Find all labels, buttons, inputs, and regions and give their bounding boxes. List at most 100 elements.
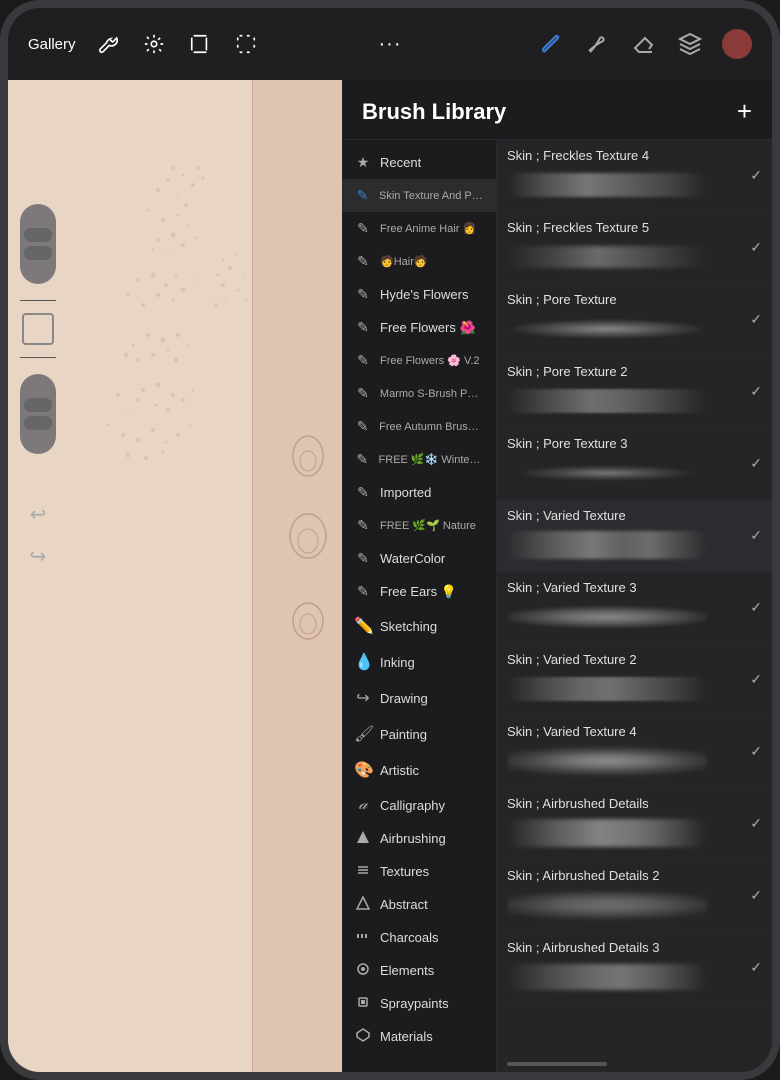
category-item-airbrushing[interactable]: Airbrushing: [342, 822, 496, 855]
checkmark-icon: ✓: [750, 959, 762, 976]
air-icon: [354, 830, 372, 847]
brush-name: Skin ; Varied Texture 3: [507, 580, 744, 595]
category-label: Recent: [380, 155, 421, 170]
category-item-charcoals[interactable]: Charcoals: [342, 921, 496, 954]
category-item-anime-hair[interactable]: ✎ Free Anime Hair 👩: [342, 212, 496, 245]
brush-item-varied3[interactable]: Skin ; Varied Texture 3 ✓: [497, 572, 772, 644]
brush-item-airbrush3[interactable]: Skin ; Airbrushed Details 3 ✓: [497, 932, 772, 1004]
category-label: Free Ears 💡: [380, 584, 457, 600]
undo-btn[interactable]: ↩: [20, 496, 56, 532]
brush-name: Skin ; Pore Texture 3: [507, 436, 744, 451]
opacity-slider[interactable]: [20, 204, 56, 284]
category-item-artistic[interactable]: 🎨 Artistic: [342, 752, 496, 788]
eraser-tool-btn[interactable]: [630, 30, 658, 58]
category-item-materials[interactable]: Materials: [342, 1020, 496, 1053]
elem-icon: [354, 962, 372, 979]
layers-btn[interactable]: [676, 30, 704, 58]
category-item-free-nature[interactable]: ✎ FREE 🌿🌱 Nature: [342, 509, 496, 542]
brush-name: Skin ; Varied Texture 4: [507, 724, 744, 739]
scrollbar-indicator: [507, 1062, 607, 1066]
ipad-frame: ↩ ↪ Gallery: [0, 0, 780, 1080]
face-reference: [252, 80, 342, 1072]
calli-icon: 𝒶: [354, 796, 372, 814]
category-item-hydes-flowers[interactable]: ✎ Hyde's Flowers: [342, 278, 496, 311]
checkmark-icon: ✓: [750, 599, 762, 616]
category-item-free-flowers[interactable]: ✎ Free Flowers 🌺: [342, 311, 496, 344]
abs-icon: [354, 896, 372, 913]
spray-icon: [354, 995, 372, 1012]
category-item-free-autumn[interactable]: ✎ Free Autumn Brushe...: [342, 410, 496, 443]
pen-icon: ✎: [354, 220, 372, 237]
brush-item-varied2[interactable]: Skin ; Varied Texture 2 ✓: [497, 644, 772, 716]
brush-item-pore3[interactable]: Skin ; Pore Texture 3 ✓: [497, 428, 772, 500]
square-tool-btn[interactable]: [22, 313, 54, 345]
category-item-calligraphy[interactable]: 𝒶 Calligraphy: [342, 788, 496, 822]
brush-item-pore[interactable]: Skin ; Pore Texture ✓: [497, 284, 772, 356]
category-label: Free Anime Hair 👩: [380, 222, 476, 235]
category-item-drawing[interactable]: ↪ Drawing: [342, 680, 496, 716]
panel-title: Brush Library: [362, 99, 506, 125]
brush-name: Skin ; Pore Texture: [507, 292, 744, 307]
char-icon: [354, 929, 372, 946]
category-item-marmo[interactable]: ✎ Marmo S-Brush Pack: [342, 377, 496, 410]
brush-item-airbrush2[interactable]: Skin ; Airbrushed Details 2 ✓: [497, 860, 772, 932]
category-label: Artistic: [380, 763, 419, 778]
checkmark-icon: ✓: [750, 527, 762, 544]
category-item-elements[interactable]: Elements: [342, 954, 496, 987]
color-picker-btn[interactable]: [722, 29, 752, 59]
transform-icon[interactable]: [186, 30, 214, 58]
category-label: Hyde's Flowers: [380, 287, 468, 302]
category-item-free-ears[interactable]: ✎ Free Ears 💡: [342, 575, 496, 608]
pen-icon: ✎: [354, 517, 372, 534]
category-item-sketching[interactable]: ✏️ Sketching: [342, 608, 496, 644]
add-brush-btn[interactable]: +: [737, 96, 752, 127]
brush-item-varied[interactable]: Skin ; Varied Texture ✓: [497, 500, 772, 572]
category-item-abstract[interactable]: Abstract: [342, 888, 496, 921]
category-label: Imported: [380, 485, 431, 500]
category-item-textures[interactable]: Textures: [342, 855, 496, 888]
wrench-icon[interactable]: [94, 30, 122, 58]
mat-icon: [354, 1028, 372, 1045]
category-label: Drawing: [380, 691, 428, 706]
size-slider[interactable]: [20, 374, 56, 454]
left-toolbar: ↩ ↪: [20, 200, 56, 574]
adjust-icon[interactable]: [140, 30, 168, 58]
category-item-painting[interactable]: 🖌 Painting: [342, 716, 496, 752]
art-icon: 🎨: [354, 760, 372, 780]
checkmark-icon: ✓: [750, 671, 762, 688]
brush-tool-btn[interactable]: [538, 30, 566, 58]
brush-item-freckles4[interactable]: Skin ; Freckles Texture 4 ✓: [497, 140, 772, 212]
more-options-btn[interactable]: ···: [379, 33, 402, 56]
category-item-free-winter[interactable]: ✎ FREE 🌿❄️ Winter N...: [342, 443, 496, 476]
gallery-button[interactable]: Gallery: [28, 36, 76, 53]
category-item-inking[interactable]: 💧 Inking: [342, 644, 496, 680]
checkmark-icon: ✓: [750, 383, 762, 400]
redo-btn[interactable]: ↪: [20, 538, 56, 574]
brush-name: Skin ; Freckles Texture 5: [507, 220, 744, 235]
selection-icon[interactable]: [232, 30, 260, 58]
pen-icon: ✎: [354, 418, 371, 435]
category-item-watercolor[interactable]: ✎ WaterColor: [342, 542, 496, 575]
ink-icon: 💧: [354, 652, 372, 672]
brush-item-pore2[interactable]: Skin ; Pore Texture 2 ✓: [497, 356, 772, 428]
brush-item-varied4[interactable]: Skin ; Varied Texture 4 ✓: [497, 716, 772, 788]
brush-item-airbrush[interactable]: Skin ; Airbrushed Details ✓: [497, 788, 772, 860]
category-label: Inking: [380, 655, 415, 670]
top-bar: Gallery ···: [8, 8, 772, 80]
category-item-free-flowers2[interactable]: ✎ Free Flowers 🌸 V.2: [342, 344, 496, 377]
category-item-recent[interactable]: ★ Recent: [342, 146, 496, 179]
smudge-tool-btn[interactable]: [584, 30, 612, 58]
brush-name: Skin ; Varied Texture: [507, 508, 744, 523]
category-item-imported[interactable]: ✎ Imported: [342, 476, 496, 509]
brush-name: Skin ; Airbrushed Details 3: [507, 940, 744, 955]
star-icon: ★: [354, 154, 372, 171]
sketch-icon: ✏️: [354, 616, 372, 636]
pen-icon: ✎: [354, 253, 372, 270]
category-item-hair[interactable]: ✎ 🧑Hair🧑: [342, 245, 496, 278]
category-item-spraypaints[interactable]: Spraypaints: [342, 987, 496, 1020]
brush-item-freckles5[interactable]: Skin ; Freckles Texture 5 ✓: [497, 212, 772, 284]
category-label: Elements: [380, 963, 434, 978]
category-item-skin-texture[interactable]: ✎ Skin Texture And Por...: [342, 179, 496, 212]
category-label: WaterColor: [380, 551, 445, 566]
brush-name: Skin ; Airbrushed Details 2: [507, 868, 744, 883]
